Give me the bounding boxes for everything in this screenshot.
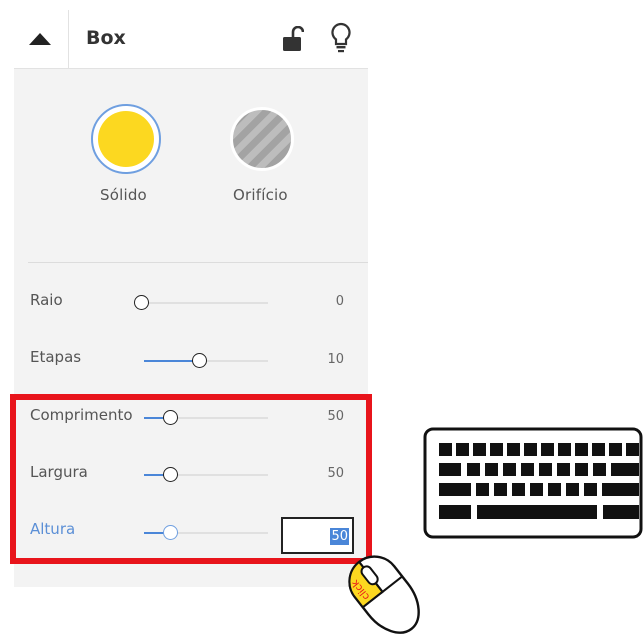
collapse-button[interactable] <box>14 10 69 68</box>
solid-color-swatch <box>98 111 154 167</box>
radius-value: 0 <box>335 294 344 309</box>
steps-slider-thumb[interactable] <box>192 353 207 368</box>
radius-slider-track[interactable] <box>144 302 268 304</box>
panel-title: Box <box>86 27 126 49</box>
radius-slider-thumb[interactable] <box>134 295 149 310</box>
divider <box>28 262 368 263</box>
steps-value: 10 <box>327 352 344 367</box>
steps-label: Etapas <box>30 348 82 366</box>
length-slider-thumb[interactable] <box>163 410 178 425</box>
lightbulb-icon[interactable] <box>330 22 352 54</box>
steps-slider-fill <box>144 360 194 362</box>
height-slider-thumb[interactable] <box>163 525 178 540</box>
width-value: 50 <box>327 466 344 481</box>
hole-shape-button[interactable] <box>230 107 294 171</box>
keyboard-icon <box>423 427 643 539</box>
length-label: Comprimento <box>30 406 133 424</box>
width-slider-fill <box>144 474 164 476</box>
width-label: Largura <box>30 463 88 481</box>
length-slider-fill <box>144 417 164 419</box>
mouse-icon: click <box>348 555 420 634</box>
solid-label: Sólido <box>100 186 147 204</box>
width-slider-thumb[interactable] <box>163 467 178 482</box>
caret-up-icon <box>29 33 51 45</box>
panel-header: Box <box>14 10 368 69</box>
solid-shape-button[interactable] <box>91 104 161 174</box>
height-slider-fill <box>144 532 164 534</box>
radius-label: Raio <box>30 291 63 309</box>
height-label: Altura <box>30 520 76 538</box>
length-value: 50 <box>327 409 344 424</box>
unlock-icon[interactable] <box>282 26 304 52</box>
hole-label: Orifício <box>233 186 288 204</box>
